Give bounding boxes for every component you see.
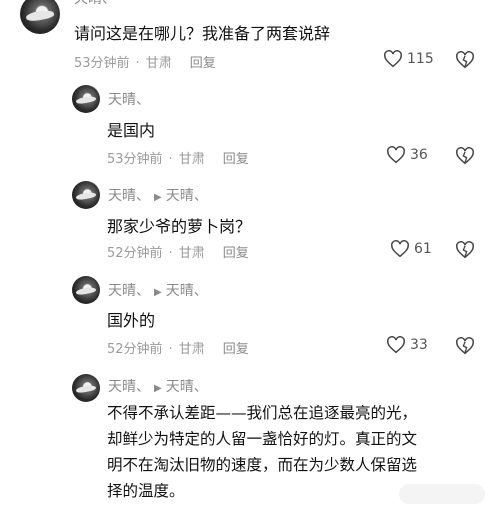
avatar[interactable] [72,85,100,113]
comment-location: 甘肃 [178,152,205,167]
heart-outline-icon [387,146,405,164]
comment-author-line: 天晴、 ▶ 天晴、 [108,185,208,205]
avatar[interactable] [72,276,100,304]
comment-text-line: 明不在淘汰旧物的速度，而在为少数人保留选 [107,456,418,474]
comment-text-line: 却鲜少为特定的人留一盏恰好的灯。真正的文 [107,430,418,448]
comment-text-line: 不得不承认差距——我们总在追逐最亮的光， [107,404,418,422]
like-count: 61 [414,241,432,257]
like-button[interactable]: 61 [390,240,432,258]
triangle-right-icon: ▶ [154,383,162,394]
comment-time: 52分钟前 [107,342,163,357]
comment-author-line: 天晴、 ▶ 天晴、 [108,376,208,396]
reply-to-author[interactable]: 天晴、 [166,379,208,395]
triangle-right-icon: ▶ [154,192,162,203]
comment-text: 那家少爷的萝卜岗？ [107,217,252,236]
reply-button[interactable]: 回复 [223,342,249,357]
comment-meta: 52分钟前 · 甘肃 回复 [107,246,249,261]
avatar[interactable] [20,0,60,34]
comment-author[interactable]: 天晴、 [108,283,150,299]
comment-author-line: 天晴、 ▶ 天晴、 [108,280,208,300]
avatar[interactable] [72,374,100,402]
broken-heart-outline-icon[interactable] [455,51,475,69]
like-button[interactable]: 36 [386,146,428,164]
heart-outline-icon [387,336,405,354]
like-button[interactable]: 115 [383,50,434,68]
like-button[interactable]: 33 [386,336,428,354]
comment-time: 52分钟前 [107,246,163,261]
like-count: 33 [410,337,428,353]
broken-heart-outline-icon[interactable] [455,337,475,355]
reply-to-author[interactable]: 天晴、 [166,283,208,299]
reply-button[interactable]: 回复 [223,246,249,261]
comment-meta: 53分钟前 · 甘肃 回复 [74,56,216,71]
comment-text: 国外的 [107,311,156,330]
comment-time: 53分钟前 [107,152,163,167]
comment-location: 甘肃 [145,56,172,71]
comment-time: 53分钟前 [74,56,130,71]
heart-outline-icon [384,50,402,68]
comment-location: 甘肃 [178,246,205,261]
reply-button[interactable]: 回复 [223,152,249,167]
heart-outline-icon [391,240,409,258]
avatar[interactable] [72,181,100,209]
comment-author[interactable]: 天晴、 [108,188,150,204]
comment-text: 请问这是在哪儿？我准备了两套说辞 [74,24,331,43]
comment-meta: 53分钟前 · 甘肃 回复 [107,152,249,167]
broken-heart-outline-icon[interactable] [455,241,475,259]
like-count: 36 [410,147,428,163]
comment-author[interactable]: 天晴、 [74,0,116,8]
like-count: 115 [407,51,434,67]
broken-heart-outline-icon[interactable] [455,147,475,165]
comment-meta: 52分钟前 · 甘肃 回复 [107,342,249,357]
triangle-right-icon: ▶ [154,287,162,298]
reply-button[interactable]: 回复 [190,56,216,71]
comment-author[interactable]: 天晴、 [108,89,150,109]
comment-location: 甘肃 [178,342,205,357]
comment-author[interactable]: 天晴、 [108,379,150,395]
comment-text: 是国内 [107,121,156,140]
reply-to-author[interactable]: 天晴、 [166,188,208,204]
watermark [399,484,485,504]
